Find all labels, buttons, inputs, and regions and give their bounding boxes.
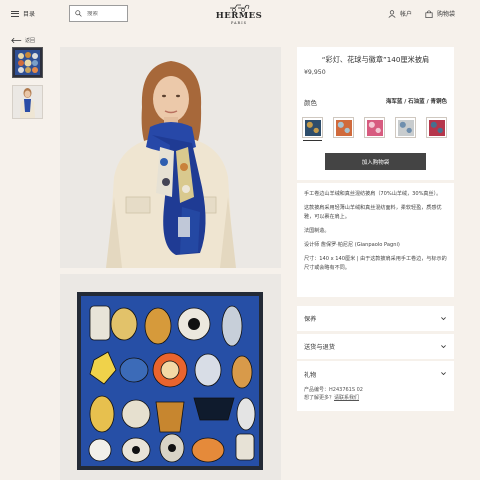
accordion-care[interactable]: 保养 [297,306,454,331]
back-label: 返回 [25,38,36,44]
color-swatch[interactable] [333,117,354,138]
search-box[interactable] [69,5,128,22]
scarf-photo [60,274,281,480]
product-panel: “彩灯、花球与徽章”140厘米披肩 ¥9,950 颜色 海军蓝 / 石油蓝 / … [297,47,454,297]
product-photo-model [60,47,281,268]
color-swatch[interactable] [395,117,416,138]
chevron-down-icon [441,317,446,321]
arrow-left-icon [11,37,22,44]
swatch-pattern [397,119,414,136]
menu-button[interactable]: 目录 [11,9,35,18]
accordion-gift-label: 礼物 [304,372,317,379]
account-button[interactable]: 帐户 [388,9,412,18]
menu-icon [11,10,19,17]
product-title: “彩灯、花球与徽章”140厘米披肩 [321,55,430,64]
color-swatch[interactable] [426,117,447,138]
color-swatches [302,117,447,141]
accordion-delivery[interactable]: 送货与退货 [297,334,454,359]
reference-code: H243761S 02 [329,387,363,393]
brand-city: PARIS [231,21,247,25]
user-icon [388,9,396,18]
desc-size: 尺寸：140 x 140厘米 | 由于这款披肩采用手工卷边，与标示的尺寸或会略有… [304,256,447,271]
scarf-thumbnail-image [13,48,42,77]
color-swatch[interactable] [364,117,385,138]
reference-label: 产品编号： [304,387,330,393]
menu-label: 目录 [23,11,36,18]
product-photo-scarf [60,274,281,480]
model-thumbnail-image [13,86,42,118]
hermes-logo[interactable]: HERMES PARIS [214,3,264,25]
model-photo [60,47,281,268]
product-price: ¥9,950 [304,69,326,76]
color-label: 颜色 [304,99,317,107]
account-label: 帐户 [400,11,413,18]
desc-detail: 这款披肩采用轻薄山羊绒和真丝混纺面料，柔软轻盈，质感优雅，可以裹在肩上。 [304,205,442,220]
thumbnail-scarf[interactable] [12,47,43,78]
search-input[interactable] [87,10,123,17]
search-icon [75,10,82,17]
swatch-pattern [366,119,383,136]
add-to-cart-button[interactable]: 加入购物袋 [325,153,426,170]
chevron-down-icon [441,345,446,349]
swatch-pattern [304,119,321,136]
contact-link[interactable]: 请联系我们 [334,395,359,401]
cart-label: 购物袋 [437,11,456,18]
accordion-delivery-label: 送货与退货 [304,344,335,351]
divider [297,180,454,183]
product-reference: 产品编号：H243761S 02 想了解更多？请联系我们 [304,386,363,402]
chevron-down-icon [441,372,446,376]
cart-button[interactable]: 购物袋 [425,9,455,18]
swatch-pattern [335,119,352,136]
back-link[interactable]: 返回 [11,37,35,44]
desc-material: 手工卷边山羊绒和真丝混纺披肩（70%山羊绒，30%真丝）。 [304,191,442,197]
thumbnail-model[interactable] [12,85,43,119]
swatch-pattern [428,119,445,136]
brand-name: HERMES [215,11,263,21]
site-header: 目录 HERMES PARIS 帐户 购物袋 [0,0,480,30]
accordion-care-label: 保养 [304,316,317,323]
product-description: 手工卷边山羊绒和真丝混纺披肩（70%山羊绒，30%真丝）。 这款披肩采用轻薄山羊… [304,190,449,278]
desc-designer: 设计师 詹保罗·帕尼尼 (Gianpaolo Pagni) [304,242,400,248]
color-value: 海军蓝 / 石油蓝 / 青铜色 [385,99,447,105]
color-swatch[interactable] [302,117,323,141]
bag-icon [425,9,433,18]
desc-origin: 法国制造。 [304,228,330,234]
help-label: 想了解更多？ [304,395,335,401]
